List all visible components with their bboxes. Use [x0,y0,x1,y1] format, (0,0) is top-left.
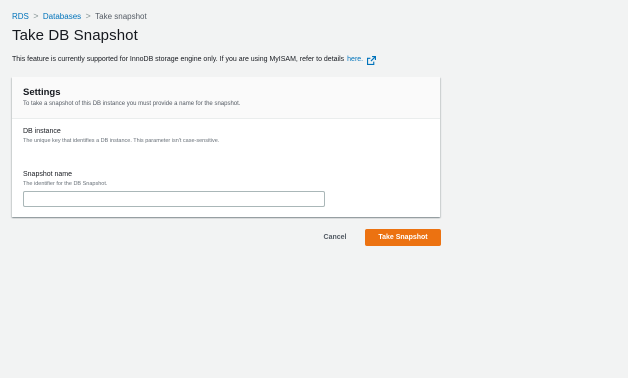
info-text: This feature is currently supported for … [12,56,345,63]
redacted-db-instance-value [22,149,92,161]
cancel-button[interactable]: Cancel [314,230,356,245]
page-title: Take DB Snapshot [12,27,138,44]
breadcrumb-separator: > [33,11,39,21]
breadcrumb-separator: > [85,11,91,21]
settings-header: Settings To take a snapshot of this DB i… [12,77,440,119]
breadcrumb-current: Take snapshot [95,11,147,21]
db-instance-label: DB instance [23,128,61,135]
external-link-icon[interactable] [367,55,377,65]
snapshot-name-input[interactable] [23,191,325,207]
snapshot-name-label: Snapshot name [23,171,73,178]
settings-panel: Settings To take a snapshot of this DB i… [12,77,440,217]
settings-description: To take a snapshot of this DB instance y… [23,101,241,107]
breadcrumb: RDS > Databases > Take snapshot [12,10,147,22]
breadcrumb-rds[interactable]: RDS [12,12,29,21]
settings-title: Settings [23,87,61,98]
details-link[interactable]: here. [347,55,363,65]
info-message: This feature is currently supported for … [12,55,377,65]
snapshot-name-description: The identifier for the DB Snapshot. [23,181,108,187]
db-instance-description: The unique key that identifies a DB inst… [23,138,220,144]
breadcrumb-databases[interactable]: Databases [43,12,81,21]
take-snapshot-button[interactable]: Take Snapshot [365,229,441,246]
